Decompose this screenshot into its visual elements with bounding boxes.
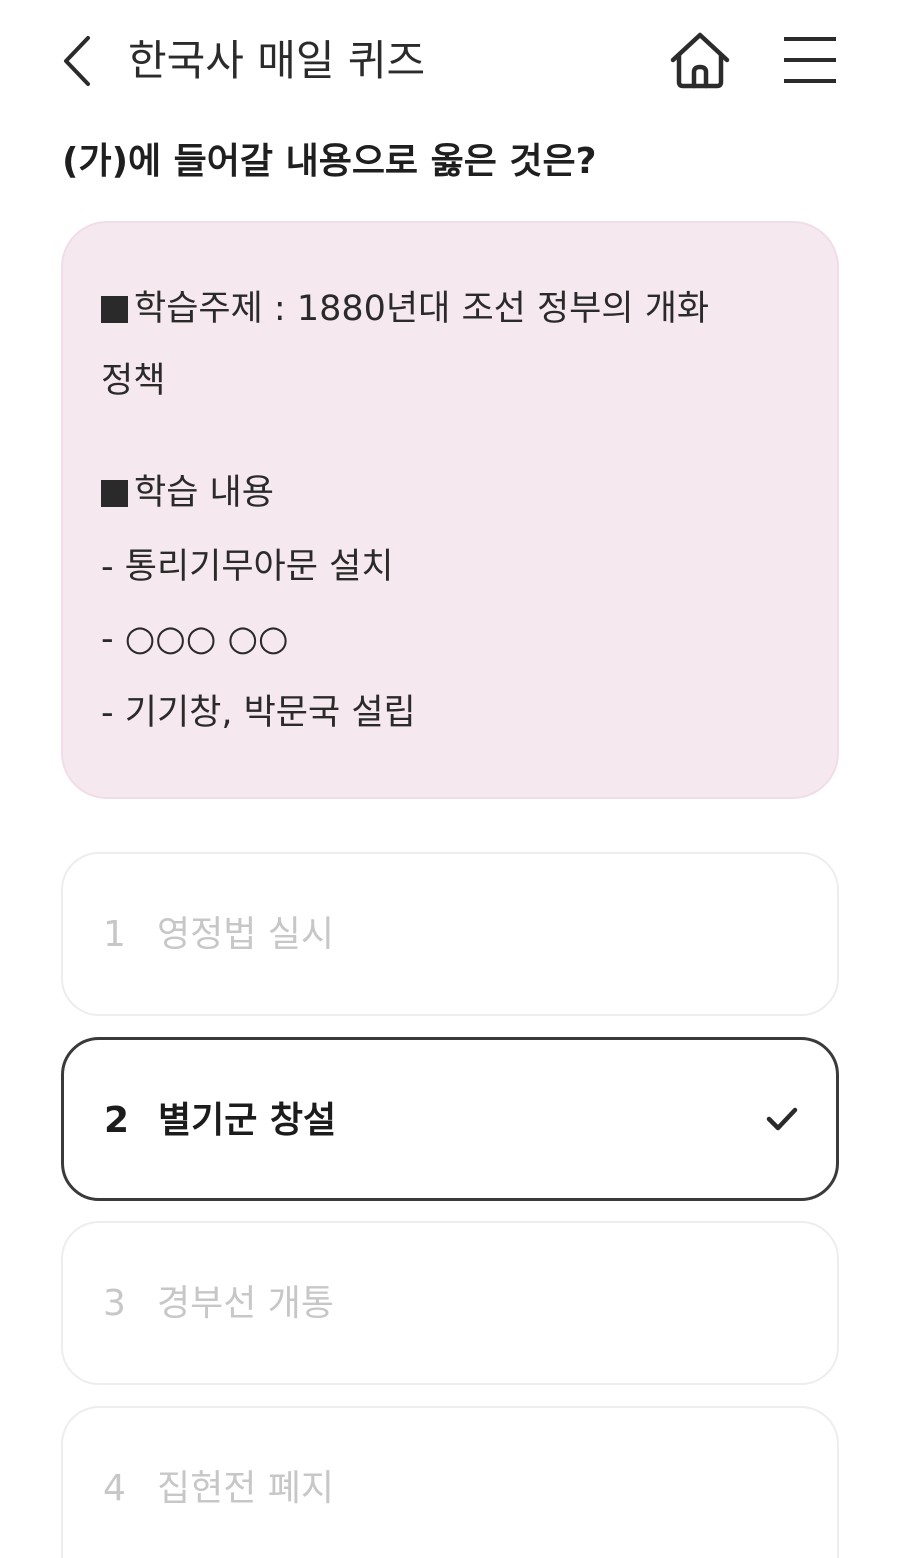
topic-line-1: 학습주제 : 1880년대 조선 정부의 개화 <box>101 285 709 333</box>
answer-option-1[interactable]: 1 영정법 실시 <box>61 852 839 1016</box>
checkmark-icon <box>766 1107 798 1131</box>
option-number: 1 <box>103 914 126 955</box>
chevron-left-icon <box>64 36 90 86</box>
passage-box: 학습주제 : 1880년대 조선 정부의 개화 정책 학습 내용 - 통리기무아… <box>61 221 839 799</box>
option-number: 4 <box>103 1468 126 1509</box>
black-square-icon <box>101 480 128 507</box>
answer-option-3[interactable]: 3 경부선 개통 <box>61 1221 839 1385</box>
option-label: 영정법 실시 <box>157 914 335 955</box>
menu-button[interactable] <box>776 26 844 96</box>
question-text: (가)에 들어갈 내용으로 옳은 것은? <box>62 141 597 182</box>
content-heading-text: 학습 내용 <box>134 473 274 513</box>
answer-option-4[interactable]: 4 집현전 폐지 <box>61 1406 839 1558</box>
option-label: 경부선 개통 <box>157 1283 335 1324</box>
back-button[interactable] <box>50 26 110 96</box>
content-item-2: - ○○○ ○○ <box>101 619 289 659</box>
answer-option-2[interactable]: 2 별기군 창설 <box>61 1037 839 1201</box>
app-header: 한국사 매일 퀴즈 <box>0 0 900 120</box>
page-title: 한국사 매일 퀴즈 <box>128 36 426 85</box>
option-number: 3 <box>103 1283 126 1324</box>
content-item-1: - 통리기무아문 설치 <box>101 547 394 587</box>
option-label: 집현전 폐지 <box>157 1468 335 1509</box>
content-item-3: - 기기창, 박문국 설립 <box>101 693 416 733</box>
topic-line-2: 정책 <box>101 361 166 401</box>
home-button[interactable] <box>664 26 736 96</box>
hamburger-menu-icon <box>784 37 836 83</box>
content-heading: 학습 내용 <box>101 469 274 517</box>
option-number: 2 <box>104 1100 130 1141</box>
topic-text-1: 학습주제 : 1880년대 조선 정부의 개화 <box>134 289 710 329</box>
home-icon <box>670 32 730 89</box>
black-square-icon <box>101 296 128 323</box>
option-label: 별기군 창설 <box>158 1100 337 1141</box>
